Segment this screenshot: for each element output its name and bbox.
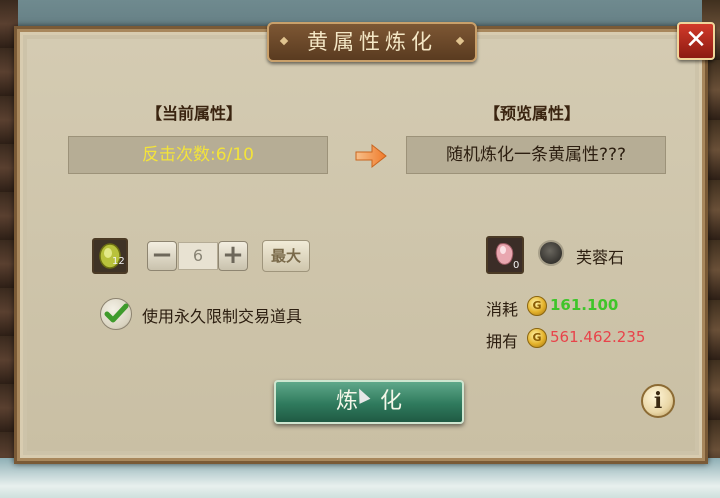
- checkmark-icon: [104, 303, 129, 323]
- close-icon: ✕: [685, 25, 707, 55]
- decrease-button[interactable]: −: [147, 241, 177, 271]
- minus-icon: −: [151, 240, 173, 270]
- close-button[interactable]: ✕: [677, 22, 715, 60]
- plus-icon: +: [222, 240, 244, 270]
- preview-attr-header: 【预览属性】: [484, 104, 581, 123]
- use-bound-items-label: 使用永久限制交易道具: [142, 307, 303, 326]
- coin-icon: G: [527, 328, 547, 348]
- material-count-badge: 12: [112, 256, 125, 267]
- max-button[interactable]: 最大: [262, 240, 310, 272]
- stone-count-badge: 0: [513, 260, 520, 271]
- current-attr-value: 反击次数:6/10: [68, 136, 328, 174]
- background-bottom: [0, 458, 720, 498]
- increase-button[interactable]: +: [218, 241, 248, 271]
- use-bound-items-checkbox[interactable]: [100, 298, 132, 330]
- dialog-title: 黄属性炼化: [307, 30, 437, 54]
- stone-slot[interactable]: 0: [486, 236, 524, 274]
- dialog-title-tab: 黄属性炼化: [267, 22, 477, 62]
- arrow-right-icon: [355, 143, 387, 169]
- ornament-right: [455, 36, 465, 46]
- stone-radio[interactable]: [538, 240, 564, 266]
- quantity-input[interactable]: 6: [178, 242, 218, 270]
- own-label: 拥有: [486, 332, 519, 351]
- ornament-left: [279, 36, 289, 46]
- material-slot[interactable]: 12: [92, 238, 128, 274]
- consume-value: 161.100: [550, 296, 619, 314]
- own-value: 561.462.235: [550, 328, 646, 346]
- refine-button[interactable]: 炼化: [274, 380, 464, 424]
- stone-name: 芙蓉石: [576, 248, 625, 267]
- coin-icon: G: [527, 296, 547, 316]
- preview-attr-value: 随机炼化一条黄属性???: [406, 136, 666, 174]
- consume-label: 消耗: [486, 300, 519, 319]
- info-button[interactable]: i: [641, 384, 675, 418]
- current-attr-header: 【当前属性】: [146, 104, 243, 123]
